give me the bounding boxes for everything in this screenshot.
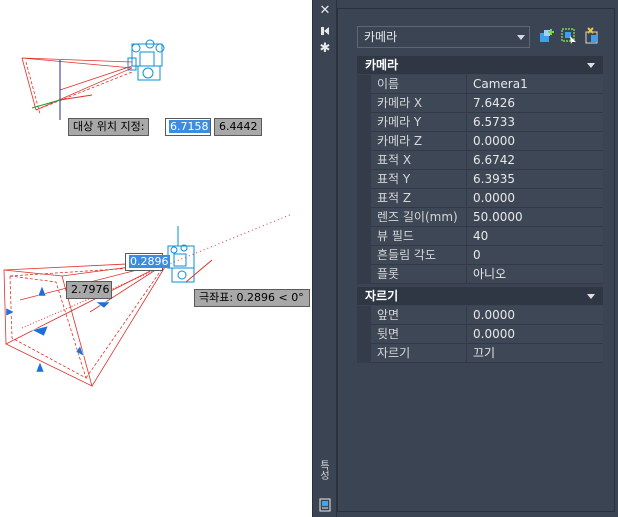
prop-value[interactable]: 끄기 (467, 344, 603, 363)
prop-label: 이름 (371, 75, 467, 94)
object-type-value: 카메라 (364, 30, 398, 44)
palette-title-strip: ✕ ✱ 특성 (313, 0, 337, 517)
chevron-down-icon (517, 35, 525, 40)
collapse-chevron-icon (587, 63, 595, 68)
prop-label: 플롯 (371, 265, 467, 284)
prop-value[interactable]: 0.0000 (467, 306, 603, 325)
prop-value[interactable]: 0 (467, 246, 603, 265)
properties-palette: ✕ ✱ 특성 카메라 카메라 이름 Camera1 카메라 X 7.6426 카… (312, 0, 618, 517)
section-clipping-header[interactable]: 자르기 (357, 287, 603, 305)
prop-label: 자르기 (371, 344, 467, 363)
prop-row-name[interactable]: 이름 Camera1 (357, 75, 603, 94)
prop-value[interactable]: Camera1 (467, 75, 603, 94)
row-indent (357, 94, 371, 113)
collapse-chevron-icon (587, 294, 595, 299)
close-icon[interactable]: ✕ (318, 4, 332, 18)
prop-row-clipping[interactable]: 자르기 끄기 (357, 344, 603, 363)
target-line (173, 213, 293, 263)
prop-value[interactable]: 아니오 (467, 265, 603, 284)
prop-row-plot[interactable]: 플롯 아니오 (357, 265, 603, 284)
prop-label: 흔들림 각도 (371, 246, 467, 265)
row-indent (357, 170, 371, 189)
prop-row-camera-y[interactable]: 카메라 Y 6.5733 (357, 113, 603, 132)
camera-frustum-top (21, 57, 133, 115)
select-objects-icon[interactable] (560, 27, 578, 45)
ucs-axis-top (31, 60, 93, 120)
drawing-canvas[interactable]: 대상 위치 지정: 6.7158 6.4442 0.2896 2.7976 극좌… (0, 0, 312, 517)
row-indent (357, 246, 371, 265)
prop-value[interactable]: 7.6426 (467, 94, 603, 113)
prop-row-back-plane[interactable]: 뒷면 0.0000 (357, 325, 603, 344)
row-indent (357, 325, 371, 344)
settings-icon[interactable]: ✱ (318, 42, 332, 56)
prop-value[interactable]: 6.3935 (467, 170, 603, 189)
camera-glyph-top[interactable] (127, 39, 165, 81)
properties-icon[interactable] (318, 498, 332, 512)
target-x-input[interactable]: 6.7158 (165, 118, 211, 136)
distance-input[interactable]: 0.2896 (125, 253, 170, 271)
prop-value[interactable]: 6.6742 (467, 151, 603, 170)
prop-row-field-of-view[interactable]: 뷰 필드 40 (357, 227, 603, 246)
prop-row-target-y[interactable]: 표적 Y 6.3935 (357, 170, 603, 189)
prop-row-camera-z[interactable]: 카메라 Z 0.0000 (357, 132, 603, 151)
row-indent (357, 189, 371, 208)
pin-icon[interactable] (318, 24, 332, 38)
prop-row-lens-length[interactable]: 렌즈 길이(mm) 50.0000 (357, 208, 603, 227)
prop-label: 카메라 X (371, 94, 467, 113)
prop-value[interactable]: 0.0000 (467, 132, 603, 151)
prompt-label: 대상 위치 지정: (68, 118, 150, 136)
prop-label: 뷰 필드 (371, 227, 467, 246)
prop-row-front-plane[interactable]: 앞면 0.0000 (357, 306, 603, 325)
properties-panel-inner: 카메라 카메라 이름 Camera1 카메라 X 7.6426 카메라 Y 6.573… (337, 8, 615, 512)
polar-tooltip: 극좌표: 0.2896 < 0° (194, 289, 310, 307)
prop-value[interactable]: 50.0000 (467, 208, 603, 227)
length-field[interactable]: 2.7976 (66, 281, 112, 299)
prop-label: 앞면 (371, 306, 467, 325)
prop-row-target-x[interactable]: 표적 X 6.6742 (357, 151, 603, 170)
toggle-pickadd-icon[interactable] (584, 27, 602, 45)
prop-label: 표적 X (371, 151, 467, 170)
camera-glyph-bottom[interactable] (167, 226, 213, 283)
prop-label: 표적 Y (371, 170, 467, 189)
row-indent (357, 151, 371, 170)
quick-select-icon[interactable] (538, 27, 556, 45)
prop-row-roll-angle[interactable]: 흔들림 각도 0 (357, 246, 603, 265)
row-indent (357, 265, 371, 284)
row-indent (357, 344, 371, 363)
row-indent (357, 75, 371, 94)
prop-label: 카메라 Z (371, 132, 467, 151)
prop-value[interactable]: 0.0000 (467, 189, 603, 208)
section-camera-header[interactable]: 카메라 (357, 56, 603, 74)
prop-row-camera-x[interactable]: 카메라 X 7.6426 (357, 94, 603, 113)
properties-panel: 카메라 카메라 이름 Camera1 카메라 X 7.6426 카메라 Y 6.573… (337, 0, 618, 517)
palette-title: 특성 (320, 461, 330, 482)
prop-row-target-z[interactable]: 표적 Z 0.0000 (357, 189, 603, 208)
target-y-field[interactable]: 6.4442 (214, 118, 262, 136)
row-indent (357, 208, 371, 227)
row-indent (357, 306, 371, 325)
row-indent (357, 113, 371, 132)
prop-label: 표적 Z (371, 189, 467, 208)
prop-label: 렌즈 길이(mm) (371, 208, 467, 227)
prop-value[interactable]: 6.5733 (467, 113, 603, 132)
prop-value[interactable]: 40 (467, 227, 603, 246)
object-type-dropdown[interactable]: 카메라 (357, 26, 530, 48)
prop-value[interactable]: 0.0000 (467, 325, 603, 344)
section-clipping-title: 자르기 (365, 289, 399, 303)
row-indent (357, 132, 371, 151)
row-indent (357, 227, 371, 246)
prop-label: 카메라 Y (371, 113, 467, 132)
prop-label: 뒷면 (371, 325, 467, 344)
section-camera-title: 카메라 (365, 58, 399, 72)
